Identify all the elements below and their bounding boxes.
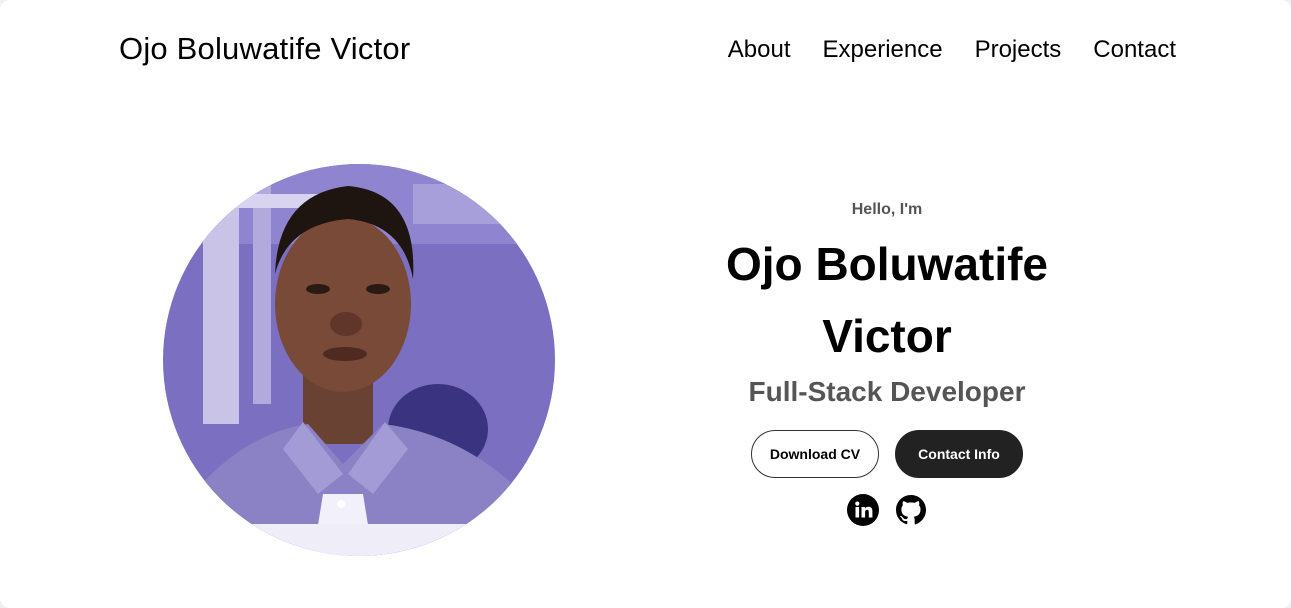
github-icon[interactable] bbox=[895, 494, 927, 526]
nav-link-contact[interactable]: Contact bbox=[1093, 36, 1176, 64]
nav-link-about[interactable]: About bbox=[728, 36, 791, 64]
contact-info-button[interactable]: Contact Info bbox=[895, 430, 1023, 478]
download-cv-button[interactable]: Download CV bbox=[751, 430, 879, 478]
site-logo[interactable]: Ojo Boluwatife Victor bbox=[119, 31, 410, 67]
nav-link-projects[interactable]: Projects bbox=[975, 36, 1062, 64]
linkedin-icon[interactable] bbox=[847, 494, 879, 526]
hero-buttons: Download CV Contact Info bbox=[668, 430, 1106, 478]
main-nav: About Experience Projects Contact bbox=[728, 36, 1176, 64]
greeting-text: Hello, I'm bbox=[851, 201, 923, 218]
hero-name: Ojo Boluwatife Victor bbox=[726, 238, 1048, 362]
page: Ojo Boluwatife Victor About Experience P… bbox=[0, 0, 1291, 608]
nav-link-experience[interactable]: Experience bbox=[823, 36, 943, 64]
profile-photo bbox=[163, 164, 555, 556]
profile-photo-illustration bbox=[163, 164, 555, 556]
hero-section: Hello, I'm Ojo Boluwatife Victor Full-St… bbox=[668, 200, 1106, 526]
social-links bbox=[668, 494, 1106, 526]
hero-title: Full-Stack Developer bbox=[748, 376, 1026, 407]
